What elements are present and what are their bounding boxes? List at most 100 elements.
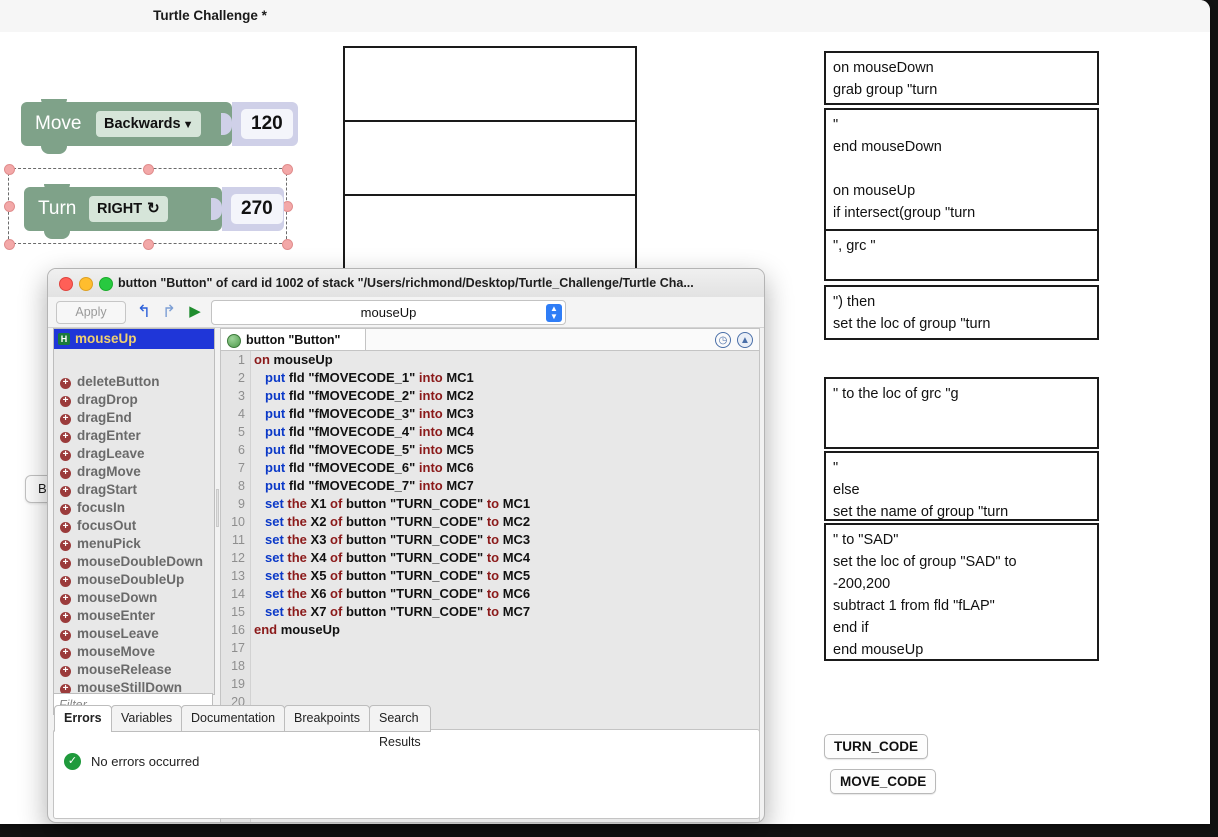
handler-item[interactable]: + mouseDoubleUp [54, 571, 214, 589]
handler-item[interactable]: + mouseDoubleDown [54, 553, 214, 571]
resize-handle-s[interactable] [143, 239, 154, 250]
handler-item[interactable]: + menuPick [54, 535, 214, 553]
handler-item[interactable]: + dragEnd [54, 409, 214, 427]
code-line[interactable]: set the X3 of button "TURN_CODE" to MC3 [254, 531, 759, 549]
code-field-5[interactable]: " to the loc of grc "g [824, 377, 1099, 449]
play-triangle-icon[interactable]: ▶ [184, 301, 206, 323]
handler-item[interactable]: + mouseMove [54, 643, 214, 661]
code-line[interactable]: put fld "fMOVECODE_1" into MC1 [254, 369, 759, 387]
add-handler-icon[interactable]: + [60, 378, 71, 389]
turn-block[interactable]: Turn RIGHT ↻ 270 [24, 184, 284, 239]
code-line[interactable]: put fld "fMOVECODE_5" into MC5 [254, 441, 759, 459]
results-tab-errors[interactable]: Errors [54, 705, 112, 732]
stepper-up-down-icon[interactable]: ▲ ▼ [546, 304, 562, 322]
code-line[interactable]: set the X2 of button "TURN_CODE" to MC2 [254, 513, 759, 531]
code-line[interactable]: set the X1 of button "TURN_CODE" to MC1 [254, 495, 759, 513]
results-tab-variables[interactable]: Variables [111, 705, 183, 732]
empty-field-1[interactable] [343, 46, 637, 124]
add-handler-icon[interactable]: + [60, 648, 71, 659]
results-tab-search-results[interactable]: Search Results [369, 705, 431, 749]
results-tab-documentation[interactable]: Documentation [181, 705, 286, 732]
code-tab[interactable]: button "Button" [221, 329, 366, 351]
move-code-button[interactable]: MOVE_CODE [830, 769, 937, 794]
code-line[interactable]: set the X5 of button "TURN_CODE" to MC5 [254, 567, 759, 585]
resize-handle-se[interactable] [282, 239, 293, 250]
maximize-icon[interactable] [99, 277, 113, 291]
add-handler-icon[interactable]: + [60, 666, 71, 677]
code-line[interactable]: set the X7 of button "TURN_CODE" to MC7 [254, 603, 759, 621]
handler-item[interactable]: + mouseRelease [54, 661, 214, 679]
code-field-4[interactable]: ") then set the loc of group "turn [824, 285, 1099, 340]
turn-value-slot[interactable]: 270 [222, 187, 284, 231]
minimize-icon[interactable] [79, 277, 93, 291]
add-handler-icon[interactable]: + [60, 540, 71, 551]
add-handler-icon[interactable]: + [60, 612, 71, 623]
undo-arrow-icon[interactable]: ↰ [133, 301, 155, 323]
resize-handle-w[interactable] [4, 201, 15, 212]
code-token: MC7 [446, 478, 474, 493]
code-line[interactable]: end mouseUp [254, 621, 759, 639]
code-field-3[interactable]: ", grc " [824, 229, 1099, 281]
handler-item[interactable]: + deleteButton [54, 373, 214, 391]
handler-list[interactable]: HmouseUp + deleteButton + dragDrop + dragEnd +… [53, 328, 215, 695]
add-handler-icon[interactable]: + [60, 558, 71, 569]
move-direction-dropdown[interactable]: Backwards ▼ [96, 111, 202, 137]
code-line[interactable]: put fld "fMOVECODE_2" into MC2 [254, 387, 759, 405]
handler-item[interactable]: + focusOut [54, 517, 214, 535]
add-handler-icon[interactable]: + [60, 468, 71, 479]
handler-item[interactable]: + dragStart [54, 481, 214, 499]
handler-item[interactable]: + mouseDown [54, 589, 214, 607]
turn-direction-dropdown[interactable]: RIGHT ↻ [89, 196, 168, 222]
script-editor-titlebar[interactable]: button "Button" of card id 1002 of stack… [48, 269, 764, 298]
handler-item[interactable]: + mouseLeave [54, 625, 214, 643]
add-handler-icon[interactable]: + [60, 504, 71, 515]
code-field-6[interactable]: " else set the name of group "turn [824, 451, 1099, 521]
add-handler-icon[interactable]: + [60, 486, 71, 497]
add-handler-icon[interactable]: + [60, 594, 71, 605]
code-line[interactable] [254, 657, 759, 675]
results-tab-breakpoints[interactable]: Breakpoints [284, 705, 371, 732]
handler-item[interactable]: + dragMove [54, 463, 214, 481]
code-line[interactable]: put fld "fMOVECODE_7" into MC7 [254, 477, 759, 495]
code-field-1[interactable]: on mouseDown grab group "turn [824, 51, 1099, 105]
window-titlebar: Turtle Challenge * [0, 0, 1210, 33]
empty-field-2[interactable] [343, 120, 637, 198]
handler-item[interactable]: + mouseEnter [54, 607, 214, 625]
handler-item[interactable]: + dragEnter [54, 427, 214, 445]
code-line[interactable]: on mouseUp [254, 351, 759, 369]
add-handler-icon[interactable]: + [60, 432, 71, 443]
code-line[interactable] [254, 675, 759, 693]
add-handler-icon[interactable]: + [60, 630, 71, 641]
code-line[interactable]: put fld "fMOVECODE_6" into MC6 [254, 459, 759, 477]
code-token: MC3 [446, 406, 474, 421]
code-field-7[interactable]: " to "SAD" set the loc of group "SAD" to… [824, 523, 1099, 661]
add-handler-icon[interactable]: + [60, 450, 71, 461]
apply-button[interactable]: Apply [56, 301, 126, 324]
add-handler-icon[interactable]: + [60, 522, 71, 533]
add-handler-icon[interactable]: + [60, 396, 71, 407]
code-line[interactable]: put fld "fMOVECODE_3" into MC3 [254, 405, 759, 423]
chevron-up-circle-icon[interactable]: ▲ [737, 332, 753, 348]
handler-list-selected-item[interactable]: HmouseUp [54, 329, 214, 349]
code-line[interactable]: set the X6 of button "TURN_CODE" to MC6 [254, 585, 759, 603]
handler-item[interactable]: + focusIn [54, 499, 214, 517]
move-block[interactable]: Move Backwards ▼ 120 [21, 99, 298, 154]
handler-select[interactable]: mouseUp ▲ ▼ [211, 300, 566, 325]
code-line[interactable] [254, 639, 759, 657]
code-line[interactable]: set the X4 of button "TURN_CODE" to MC4 [254, 549, 759, 567]
clock-icon[interactable]: ◷ [715, 332, 731, 348]
close-icon[interactable] [59, 277, 73, 291]
resize-handle-sw[interactable] [4, 239, 15, 250]
add-handler-icon[interactable]: + [60, 414, 71, 425]
empty-field-3[interactable] [343, 194, 637, 274]
move-value-slot[interactable]: 120 [232, 102, 298, 146]
resize-handle-nw[interactable] [4, 164, 15, 175]
handler-item[interactable]: + dragDrop [54, 391, 214, 409]
code-line[interactable]: put fld "fMOVECODE_4" into MC4 [254, 423, 759, 441]
handler-item[interactable]: + dragLeave [54, 445, 214, 463]
add-handler-icon[interactable]: + [60, 576, 71, 587]
resize-handle-n[interactable] [143, 164, 154, 175]
turn-code-button[interactable]: TURN_CODE [824, 734, 929, 759]
redo-arrow-icon[interactable]: ↱ [158, 301, 180, 323]
resize-handle-ne[interactable] [282, 164, 293, 175]
